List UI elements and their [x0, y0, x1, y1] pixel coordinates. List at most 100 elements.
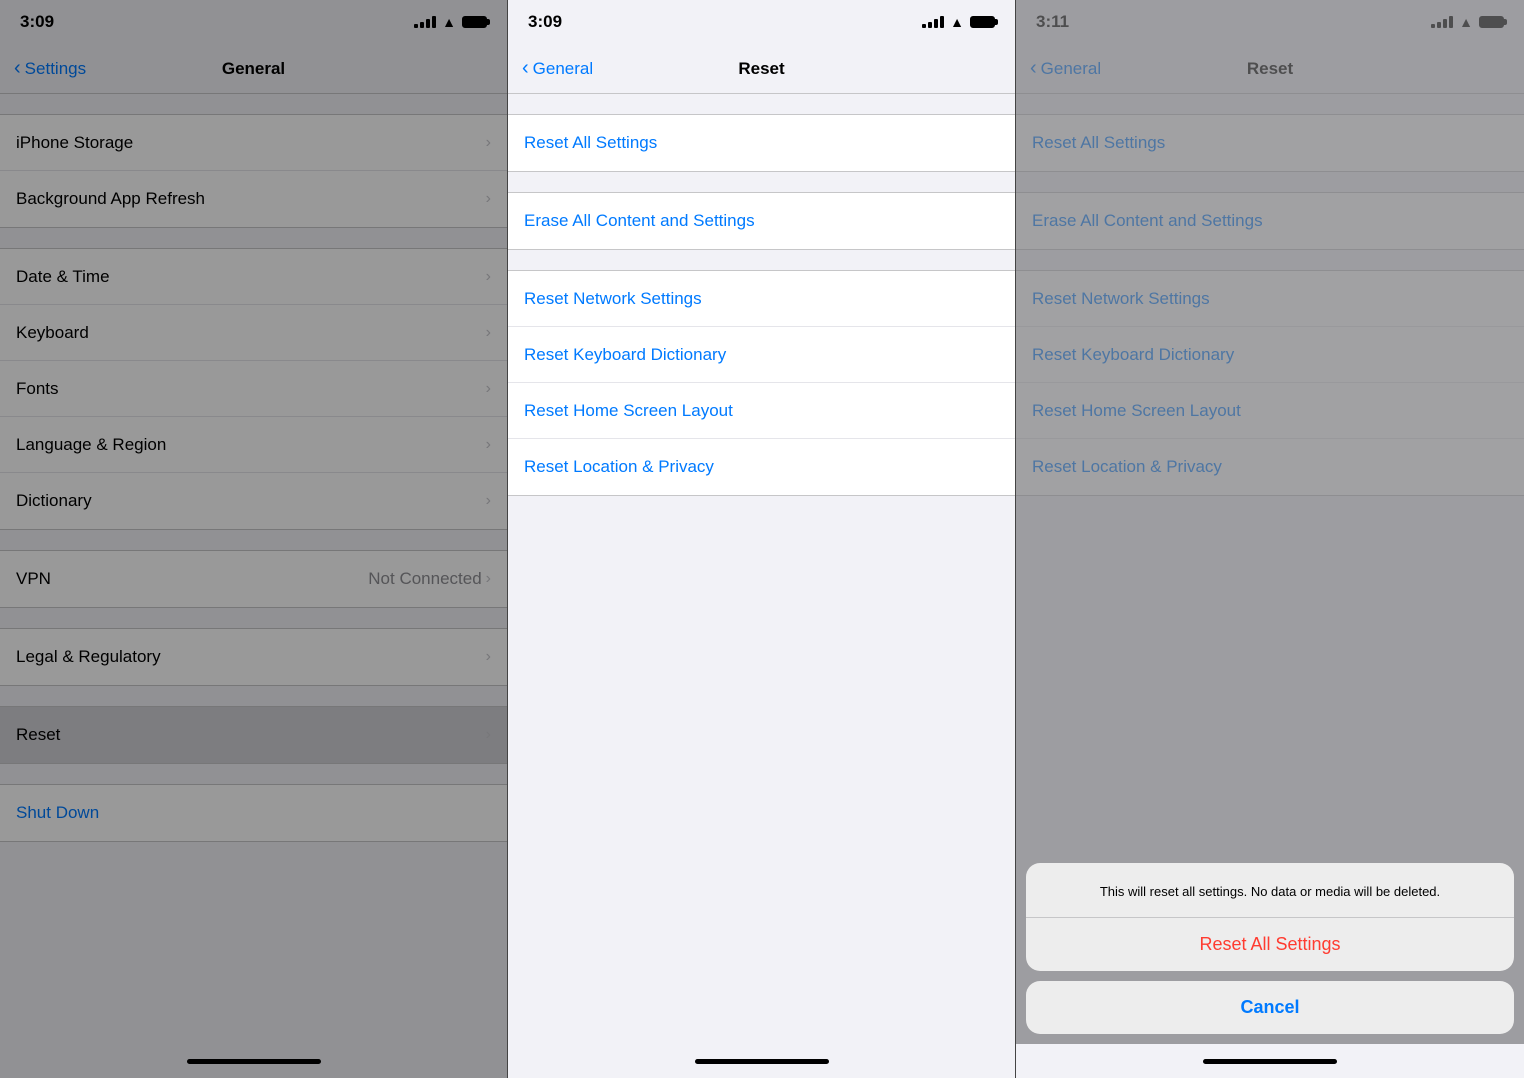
wifi-icon-3: ▲ [1459, 14, 1473, 30]
status-time-1: 3:09 [20, 12, 54, 32]
chevron-icon-dict: › [486, 492, 491, 510]
row-reset[interactable]: Reset › [0, 707, 507, 763]
nav-back-label-2: General [533, 59, 593, 79]
home-bar-2 [695, 1059, 829, 1064]
chevron-icon-lang: › [486, 436, 491, 454]
row-r3-location: Reset Location & Privacy [1016, 439, 1524, 495]
sg-r3-3 [1016, 250, 1524, 270]
chevron-icon-reset: › [486, 726, 491, 744]
row-right-bg: › [486, 190, 491, 208]
label-r3-location: Reset Location & Privacy [1032, 457, 1222, 477]
row-reset-location[interactable]: Reset Location & Privacy [508, 439, 1015, 495]
nav-title-3: Reset [1247, 59, 1293, 79]
nav-title-2: Reset [738, 59, 784, 79]
row-erase-all[interactable]: Erase All Content and Settings [508, 193, 1015, 249]
row-reset-keyboard[interactable]: Reset Keyboard Dictionary [508, 327, 1015, 383]
row-legal[interactable]: Legal & Regulatory › [0, 629, 507, 685]
nav-back-2[interactable]: ‹ General [522, 57, 593, 80]
home-indicator-2 [508, 1044, 1015, 1078]
section-reset-1: Reset › [0, 706, 507, 764]
back-chevron-icon-3: ‹ [1030, 57, 1037, 80]
row-right-reset: › [486, 726, 491, 744]
label-r3-keyboard: Reset Keyboard Dictionary [1032, 345, 1234, 365]
section-gap-top-1 [0, 94, 507, 114]
section-shutdown: Shut Down [0, 784, 507, 842]
row-background-refresh[interactable]: Background App Refresh › [0, 171, 507, 227]
chevron-icon-storage: › [486, 134, 491, 152]
row-right-vpn: Not Connected › [368, 569, 491, 589]
section-datetime: Date & Time › Keyboard › Fonts › Languag… [0, 248, 507, 530]
nav-back-label-1: Settings [25, 59, 86, 79]
row-reset-all[interactable]: Reset All Settings [508, 115, 1015, 171]
row-fonts[interactable]: Fonts › [0, 361, 507, 417]
section-storage-1: iPhone Storage › Background App Refresh … [0, 114, 507, 228]
row-dictionary[interactable]: Dictionary › [0, 473, 507, 529]
section-legal: Legal & Regulatory › [0, 628, 507, 686]
section-gap-6 [0, 764, 507, 784]
chevron-icon-bg: › [486, 190, 491, 208]
label-reset-keyboard-dict: Reset Keyboard Dictionary [524, 345, 726, 365]
status-bar-2: 3:09 ▲ [508, 0, 1015, 44]
row-shutdown[interactable]: Shut Down [0, 785, 507, 841]
label-reset-network: Reset Network Settings [524, 289, 702, 309]
section-erase: Erase All Content and Settings [508, 192, 1015, 250]
label-iphone-storage: iPhone Storage [16, 133, 133, 153]
dialog-reset-action[interactable]: Reset All Settings [1026, 918, 1514, 971]
row-right-storage: › [486, 134, 491, 152]
label-background-refresh: Background App Refresh [16, 189, 205, 209]
row-right-fonts: › [486, 380, 491, 398]
label-reset-all: Reset All Settings [524, 133, 657, 153]
chevron-icon-legal: › [486, 648, 491, 666]
signal-icon-2 [922, 16, 944, 28]
chevron-icon-kb: › [486, 324, 491, 342]
section-network-kd: Reset Network Settings Reset Keyboard Di… [508, 270, 1015, 496]
settings-list-2: Reset All Settings Erase All Content and… [508, 94, 1015, 1044]
row-vpn[interactable]: VPN Not Connected › [0, 551, 507, 607]
nav-title-1: General [222, 59, 285, 79]
label-r3-erase: Erase All Content and Settings [1032, 211, 1263, 231]
sg-r3-2 [1016, 172, 1524, 192]
section-gap-2 [0, 228, 507, 248]
row-r3-reset-all: Reset All Settings [1016, 115, 1524, 171]
row-r3-keyboard: Reset Keyboard Dictionary [1016, 327, 1524, 383]
section-gap-3 [0, 530, 507, 550]
battery-icon-3 [1479, 16, 1504, 28]
status-time-2: 3:09 [528, 12, 562, 32]
row-keyboard[interactable]: Keyboard › [0, 305, 507, 361]
label-r3-reset-all: Reset All Settings [1032, 133, 1165, 153]
settings-list-1: iPhone Storage › Background App Refresh … [0, 94, 507, 1044]
signal-icon-3 [1431, 16, 1453, 28]
back-chevron-icon-2: ‹ [522, 57, 529, 80]
nav-bar-1: ‹ Settings General [0, 44, 507, 94]
wifi-icon-2: ▲ [950, 14, 964, 30]
row-right-dict: › [486, 492, 491, 510]
label-fonts: Fonts [16, 379, 59, 399]
label-keyboard: Keyboard [16, 323, 89, 343]
section-gap-bottom-2 [508, 496, 1015, 576]
row-iphone-storage[interactable]: iPhone Storage › [0, 115, 507, 171]
label-vpn: VPN [16, 569, 51, 589]
section-gap-top-2 [508, 94, 1015, 114]
label-erase-all: Erase All Content and Settings [524, 211, 755, 231]
nav-back-1[interactable]: ‹ Settings [14, 57, 86, 80]
status-bar-3: 3:11 ▲ [1016, 0, 1524, 44]
section-r3-1: Reset All Settings [1016, 114, 1524, 172]
row-right-lang: › [486, 436, 491, 454]
nav-bar-3: ‹ General Reset [1016, 44, 1524, 94]
section-reset-options: Reset All Settings [508, 114, 1015, 172]
status-bar-1: 3:09 ▲ [0, 0, 507, 44]
section-gap-r3 [508, 250, 1015, 270]
row-reset-home[interactable]: Reset Home Screen Layout [508, 383, 1015, 439]
row-right-dt: › [486, 268, 491, 286]
row-reset-network[interactable]: Reset Network Settings [508, 271, 1015, 327]
status-icons-3: ▲ [1431, 14, 1504, 30]
row-date-time[interactable]: Date & Time › [0, 249, 507, 305]
dialog-overlay: This will reset all settings. No data or… [1026, 863, 1514, 1034]
label-legal: Legal & Regulatory [16, 647, 161, 667]
home-bar-1 [187, 1059, 321, 1064]
nav-bar-2: ‹ General Reset [508, 44, 1015, 94]
dialog-cancel-button[interactable]: Cancel [1026, 981, 1514, 1034]
row-language[interactable]: Language & Region › [0, 417, 507, 473]
panel2: 3:09 ▲ ‹ General Reset Reset All Setting… [508, 0, 1016, 1078]
home-bar-3 [1203, 1059, 1337, 1064]
